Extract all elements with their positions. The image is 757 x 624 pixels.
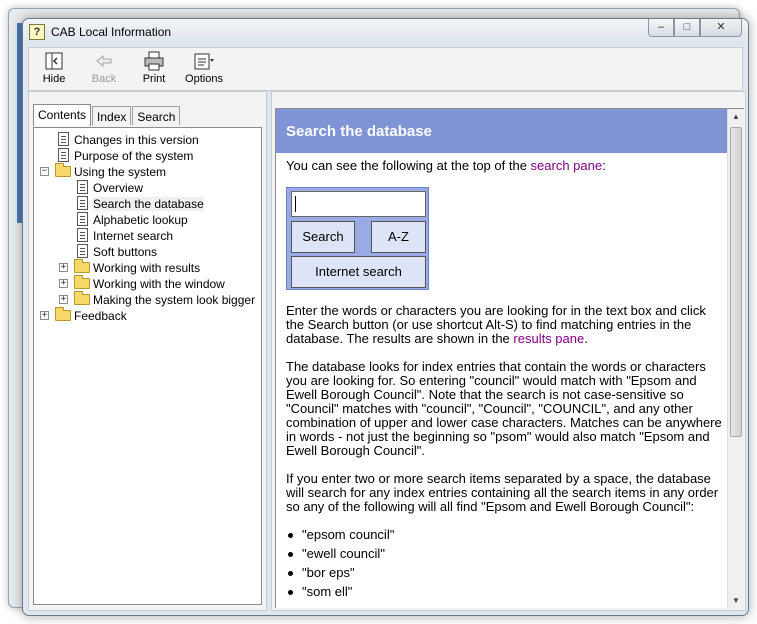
tree-item-label: Making the system look bigger	[93, 293, 256, 307]
tree-item-label: Working with the window	[93, 277, 225, 291]
options-button[interactable]: Options	[179, 48, 229, 90]
folder-icon	[74, 291, 90, 305]
help-app-icon: ?	[29, 24, 45, 40]
page-icon	[58, 132, 69, 146]
collapse-icon[interactable]: −	[40, 167, 49, 176]
vertical-scrollbar[interactable]: ▲ ▼	[727, 109, 744, 608]
tab-contents[interactable]: Contents	[33, 104, 92, 126]
tree-item-label: Working with results	[93, 261, 201, 275]
back-label: Back	[91, 73, 117, 85]
tree-item-label: Alphabetic lookup	[93, 213, 188, 227]
page-icon	[58, 148, 69, 162]
tree-item-label: Soft buttons	[93, 245, 158, 259]
contents-tree: Changes in this version Purpose of the s…	[33, 127, 262, 605]
topic-pane: Search the database You can see the foll…	[271, 91, 746, 611]
tree-item-label: Using the system	[74, 165, 167, 179]
search-pane-link[interactable]: search pane	[531, 158, 603, 173]
intro-text: You can see the following at the top of …	[286, 158, 531, 173]
tree-item-label: Feedback	[74, 309, 127, 323]
list-item: "bor eps"	[286, 566, 726, 585]
search-input-illustration	[291, 191, 426, 217]
topic-heading: Search the database	[276, 109, 728, 153]
paragraph-text: Enter the words or characters you are lo…	[286, 303, 706, 346]
print-label: Print	[142, 73, 166, 85]
expand-icon[interactable]: +	[40, 311, 49, 320]
page-icon	[77, 180, 88, 194]
scroll-down-icon[interactable]: ▼	[728, 593, 744, 608]
search-widget-illustration: Search A-Z Internet search	[286, 187, 429, 290]
navigation-tabs: Contents Index Search	[33, 104, 181, 126]
expand-icon[interactable]: +	[59, 263, 68, 272]
example-list: "epsom council" "ewell council" "bor eps…	[286, 528, 726, 604]
options-icon	[193, 51, 215, 71]
back-arrow-icon	[93, 51, 115, 71]
tree-item-label-selected: Search the database	[93, 197, 204, 211]
page-icon	[77, 244, 88, 258]
options-label: Options	[185, 73, 223, 85]
paragraph-period: .	[584, 331, 588, 346]
tree-item-label: Purpose of the system	[74, 149, 194, 163]
tab-index[interactable]: Index	[92, 106, 132, 125]
topic-content: Search the database You can see the foll…	[275, 108, 744, 608]
folder-icon	[74, 275, 90, 289]
page-icon	[77, 212, 88, 226]
intro-paragraph: You can see the following at the top of …	[286, 159, 726, 173]
hide-label: Hide	[42, 73, 66, 85]
tree-item-label: Overview	[93, 181, 144, 195]
close-button[interactable]: ✕	[700, 19, 742, 37]
page-icon	[77, 228, 88, 242]
paragraph-enter-words: Enter the words or characters you are lo…	[286, 304, 726, 346]
window-controls: ‒ □ ✕	[648, 19, 742, 37]
text-caret	[295, 196, 296, 212]
tab-search[interactable]: Search	[132, 106, 181, 125]
results-pane-link[interactable]: results pane	[513, 331, 584, 346]
folder-icon	[74, 259, 90, 273]
internet-search-button-illustration: Internet search	[291, 256, 426, 288]
paragraph-database-looks: The database looks for index entries tha…	[286, 359, 722, 458]
toolbar: Hide Back Print Options	[28, 47, 743, 91]
list-item: "som ell"	[286, 585, 726, 604]
window-title: CAB Local Information	[51, 25, 172, 39]
back-button[interactable]: Back	[79, 48, 129, 90]
folder-icon	[55, 307, 71, 321]
paragraph-two-or-more: If you enter two or more search items se…	[286, 471, 719, 514]
hide-icon	[43, 51, 65, 71]
navigation-pane: Contents Index Search Changes in this ve…	[28, 91, 267, 611]
tree-item-label: Changes in this version	[74, 133, 199, 147]
list-item: "epsom council"	[286, 528, 726, 547]
expand-icon[interactable]: +	[59, 279, 68, 288]
print-button[interactable]: Print	[129, 48, 179, 90]
scroll-thumb[interactable]	[730, 127, 742, 437]
intro-colon: :	[602, 158, 606, 173]
list-item: "ewell council"	[286, 547, 726, 566]
title-bar[interactable]: ? CAB Local Information ‒ □ ✕	[23, 19, 748, 45]
minimize-button[interactable]: ‒	[648, 19, 674, 37]
help-window: ? CAB Local Information ‒ □ ✕ Hide Back …	[22, 18, 749, 616]
tree-item-label: Internet search	[93, 229, 174, 243]
expand-icon[interactable]: +	[59, 295, 68, 304]
search-button-illustration: Search	[291, 221, 355, 253]
az-button-illustration: A-Z	[371, 221, 426, 253]
hide-button[interactable]: Hide	[29, 48, 79, 90]
page-icon	[77, 196, 88, 210]
scroll-up-icon[interactable]: ▲	[728, 109, 744, 125]
printer-icon	[143, 51, 165, 71]
maximize-button[interactable]: □	[674, 19, 700, 37]
open-folder-icon	[55, 163, 71, 177]
topic-body: You can see the following at the top of …	[286, 159, 726, 604]
